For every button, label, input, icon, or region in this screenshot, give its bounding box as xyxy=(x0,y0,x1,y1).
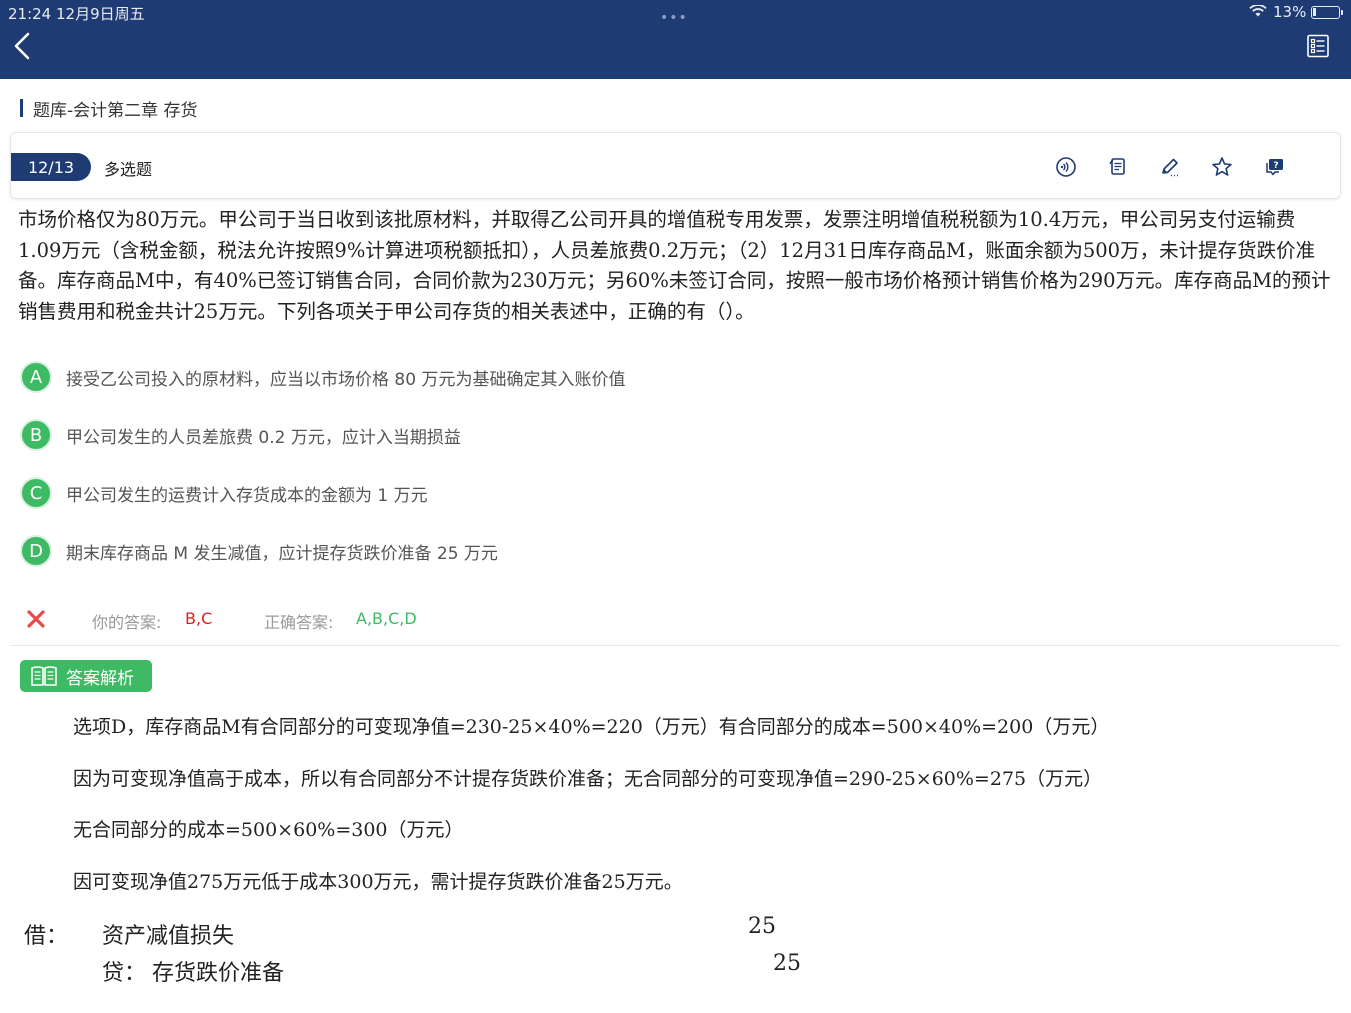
breadcrumb-accent xyxy=(20,99,23,117)
audio-icon[interactable] xyxy=(1054,155,1078,179)
star-icon[interactable] xyxy=(1210,155,1234,179)
correct-answer-value: A,B,C,D xyxy=(356,609,417,628)
answer-result-row: 你的答案: B,C 正确答案: A,B,C,D xyxy=(26,606,1346,632)
multitask-grabber[interactable]: ••• xyxy=(660,10,688,26)
back-icon[interactable] xyxy=(10,30,36,62)
option-a[interactable]: A 接受乙公司投入的原材料，应当以市场价格 80 万元为基础确定其入账价值 xyxy=(20,360,625,394)
question-text: 市场价格仅为80万元。甲公司于当日收到该批原材料，并取得乙公司开具的增值税专用发… xyxy=(18,208,1331,323)
pencil-icon[interactable] xyxy=(1158,155,1182,179)
breadcrumb: 题库-会计第二章 存货 xyxy=(20,97,198,121)
top-nav-bar: 21:24 12月9日周五 ••• 13% xyxy=(0,0,1351,79)
debit-amount: 25 xyxy=(748,914,776,939)
help-icon[interactable]: ? xyxy=(1263,155,1287,179)
divider xyxy=(10,645,1341,646)
option-text: 甲公司发生的运费计入存货成本的金额为 1 万元 xyxy=(66,485,428,506)
option-letter: B xyxy=(20,419,52,451)
list-icon[interactable] xyxy=(1306,34,1330,58)
credit-account: 存货跌价准备 xyxy=(152,961,285,986)
option-b[interactable]: B 甲公司发生的人员差旅费 0.2 万元，应计入当期损益 xyxy=(20,418,461,452)
question-counter: 12/13 xyxy=(11,153,91,181)
analysis-tag: 答案解析 xyxy=(20,660,152,692)
credit-amount: 25 xyxy=(773,951,801,976)
analysis-line: 选项D，库存商品M有合同部分的可变现净值=230-25×40%=220（万元）有… xyxy=(73,716,1110,738)
option-c[interactable]: C 甲公司发生的运费计入存货成本的金额为 1 万元 xyxy=(20,476,428,510)
your-answer-value: B,C xyxy=(185,609,213,628)
wifi-icon xyxy=(1249,5,1267,17)
breadcrumb-text: 题库-会计第二章 存货 xyxy=(33,100,198,121)
debit-account: 资产减值损失 xyxy=(102,924,235,949)
book-icon xyxy=(31,666,57,686)
option-letter: D xyxy=(20,535,52,567)
option-letter: C xyxy=(20,477,52,509)
analysis-line: 无合同部分的成本=500×60%=300（万元） xyxy=(73,819,464,841)
option-d[interactable]: D 期末库存商品 M 发生减值，应计提存货跌价准备 25 万元 xyxy=(20,534,498,568)
option-text: 接受乙公司投入的原材料，应当以市场价格 80 万元为基础确定其入账价值 xyxy=(66,369,626,390)
battery-percent: 13% xyxy=(1273,3,1307,21)
question-header-card: 12/13 多选题 ? xyxy=(10,132,1341,199)
debit-label: 借： xyxy=(24,924,69,949)
your-answer-label: 你的答案: xyxy=(92,613,162,632)
analysis-line: 因可变现净值275万元低于成本300万元，需计提存货跌价准备25万元。 xyxy=(73,871,683,893)
svg-text:?: ? xyxy=(1273,161,1278,171)
option-letter: A xyxy=(20,361,52,393)
option-text: 期末库存商品 M 发生减值，应计提存货跌价准备 25 万元 xyxy=(66,543,498,564)
status-time: 21:24 12月9日周五 xyxy=(8,5,145,23)
credit-label: 贷： xyxy=(102,961,147,986)
option-text: 甲公司发生的人员差旅费 0.2 万元，应计入当期损益 xyxy=(66,427,461,448)
battery-icon xyxy=(1311,6,1343,19)
analysis-line: 因为可变现净值高于成本，所以有合同部分不计提存货跌价准备；无合同部分的可变现净值… xyxy=(73,768,1103,790)
wrong-icon xyxy=(27,610,45,628)
notes-icon[interactable] xyxy=(1106,155,1130,179)
correct-answer-label: 正确答案: xyxy=(264,613,334,632)
question-type: 多选题 xyxy=(104,160,153,179)
analysis-title: 答案解析 xyxy=(66,668,134,689)
